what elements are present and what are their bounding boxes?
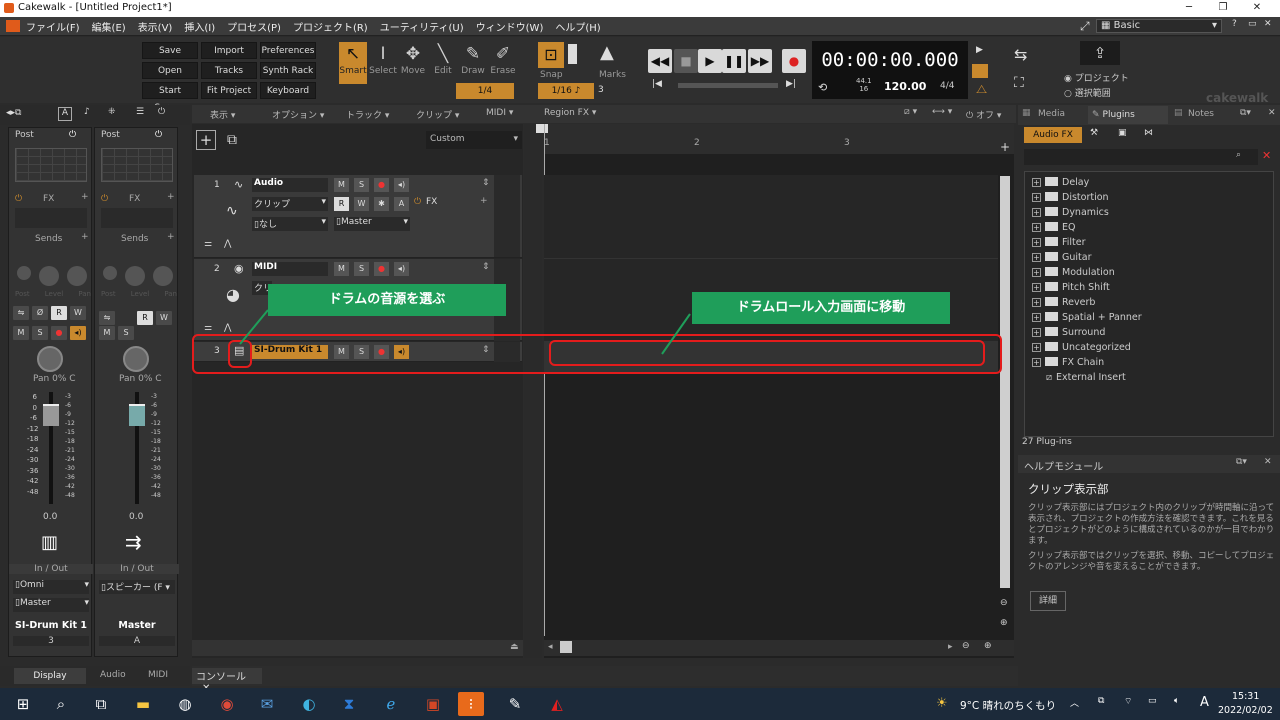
plugin-item-uncategorized[interactable]: + Uncategorized <box>1032 342 1131 353</box>
clock-time[interactable]: 15:31 <box>1232 691 1259 702</box>
acrobat-icon[interactable]: ◭ <box>544 692 570 716</box>
callout-drum-roll: ドラムロール入力画面に移動 <box>692 292 950 324</box>
windows-start-icon[interactable]: ⊞ <box>10 692 36 716</box>
ime-indicator[interactable]: A <box>1200 695 1209 710</box>
plugin-item-dynamics[interactable]: + Dynamics <box>1032 207 1109 218</box>
callout-select-drum: ドラムの音源を選ぶ <box>268 284 506 316</box>
folder-icon <box>1045 177 1058 186</box>
paint-icon[interactable]: ✎ <box>502 692 528 716</box>
help-module-header: ヘルプモジュール ⧉▾ ✕ <box>1018 455 1280 473</box>
callout-line-2 <box>661 313 691 355</box>
weather-text[interactable]: 9°C 晴れのちくもり <box>960 698 1056 713</box>
windows-taskbar: ⊞ ⌕ ⧉ ▬ ◍ ◉ ✉ ◐ ⧗ ℯ ▣ ⁝ ✎ ◭ ☀ 9°C 晴れのちくも… <box>0 688 1280 720</box>
search-icon[interactable]: ⌕ <box>48 692 74 716</box>
folder-icon <box>1045 327 1058 336</box>
audio-fx-button[interactable]: Audio FX <box>1024 127 1082 143</box>
plugin-item-distortion[interactable]: + Distortion <box>1032 192 1109 203</box>
folder-icon <box>1045 222 1058 231</box>
help-paragraph-2: クリップ表示部ではクリップを選択、移動、コピーしてプロジェクトのアレンジや音を変… <box>1028 551 1275 572</box>
help-menu-icon[interactable]: ⧉▾ <box>1236 457 1247 467</box>
browser-close-icon[interactable]: ✕ <box>1268 108 1276 118</box>
cakewalk-taskbar-icon[interactable]: ⁝ <box>458 692 484 716</box>
plugin-item-pitch-shift[interactable]: + Pitch Shift <box>1032 282 1110 293</box>
folder-icon <box>1045 297 1058 306</box>
media-tab-icon[interactable]: ▦ <box>1022 108 1031 118</box>
clock-date[interactable]: 2022/02/02 <box>1218 705 1273 716</box>
chrome-icon[interactable]: ◉ <box>214 692 240 716</box>
callout-line-1 <box>239 309 269 345</box>
instruments-icon[interactable]: ⚒ <box>1090 128 1098 138</box>
plugin-item-delay[interactable]: + Delay <box>1032 177 1089 188</box>
folder-icon <box>1045 237 1058 246</box>
plugin-search-input[interactable] <box>1024 149 1258 165</box>
tab-media[interactable]: Media <box>1038 109 1065 119</box>
plugin-item-spatial[interactable]: + Spatial + Panner <box>1032 312 1142 323</box>
help-close-icon[interactable]: ✕ <box>1264 457 1272 467</box>
powerpoint-icon[interactable]: ▣ <box>420 692 446 716</box>
search-icon[interactable]: ⌕ <box>1236 150 1241 160</box>
help-module-title: ヘルプモジュール <box>1024 462 1104 473</box>
notes-tab-icon[interactable]: ▤ <box>1174 108 1183 118</box>
browser-tabs: ▦ Media ✎ Plugins ▤ Notes ⧉▾ ✕ <box>1018 105 1280 125</box>
mail-icon[interactable]: ✉ <box>254 692 280 716</box>
folder-icon <box>1045 342 1058 351</box>
folder-icon <box>1045 357 1058 366</box>
ie-icon[interactable]: ℯ <box>378 692 404 716</box>
task-view-icon[interactable]: ⧉ <box>88 692 114 716</box>
weather-icon[interactable]: ☀ <box>936 696 948 711</box>
plugin-item-eq[interactable]: + EQ <box>1032 222 1075 233</box>
plugin-item-guitar[interactable]: + Guitar <box>1032 252 1091 263</box>
wifi-icon[interactable]: ⌔ <box>1124 696 1132 707</box>
volume-icon[interactable]: 🔈︎ <box>1174 696 1179 706</box>
synth-rack-icon[interactable]: ▣ <box>1118 128 1127 138</box>
folder-icon <box>1045 192 1058 201</box>
plugin-item-filter[interactable]: + Filter <box>1032 237 1086 248</box>
help-paragraph-1: クリップ表示部にはプロジェクト内のクリップが時間軸に沿って表示され、プロジェクト… <box>1028 503 1275 546</box>
plugin-item-fx-chain[interactable]: + FX Chain <box>1032 357 1104 368</box>
edge-icon[interactable]: ◐ <box>296 692 322 716</box>
plugin-item-surround[interactable]: + Surround <box>1032 327 1105 338</box>
clear-search-icon[interactable]: ✕ <box>1262 149 1271 162</box>
help-details-button[interactable]: 詳細 <box>1030 591 1066 611</box>
tab-console[interactable]: コンソール ✕ <box>192 668 262 694</box>
app-icon[interactable]: ◍ <box>172 692 198 716</box>
folder-icon <box>1045 267 1058 276</box>
vscode-icon[interactable]: ⧗ <box>336 692 362 716</box>
plugin-count: 27 Plug-ins <box>1022 437 1072 447</box>
plugins-tab-icon: ✎ <box>1092 110 1100 120</box>
file-explorer-icon[interactable]: ▬ <box>130 692 156 716</box>
layout-icon[interactable]: ⋈ <box>1144 128 1153 138</box>
console-bar: コンソール ✕ <box>192 666 1018 694</box>
folder-icon <box>1045 207 1058 216</box>
browser-menu-icon[interactable]: ⧉▾ <box>1240 108 1251 118</box>
tray-chevron-icon[interactable]: ︿ <box>1070 696 1079 709</box>
tray-device-icon[interactable]: ⧉ <box>1098 696 1104 706</box>
battery-icon[interactable]: ▭ <box>1148 696 1157 706</box>
folder-icon <box>1045 252 1058 261</box>
plugin-item-external-insert[interactable]: ⧄ External Insert <box>1032 372 1126 383</box>
tab-plugins[interactable]: ✎ Plugins <box>1088 106 1168 124</box>
tab-notes[interactable]: Notes <box>1188 109 1214 119</box>
help-title: クリップ表示部 <box>1028 482 1109 496</box>
plugin-item-modulation[interactable]: + Modulation <box>1032 267 1115 278</box>
external-insert-icon: ⧄ <box>1046 372 1053 383</box>
help-module: クリップ表示部 クリップ表示部にはプロジェクト内のクリップが時間軸に沿って表示さ… <box>1018 473 1280 658</box>
folder-icon <box>1045 282 1058 291</box>
plugin-item-reverb[interactable]: + Reverb <box>1032 297 1095 308</box>
folder-icon <box>1045 312 1058 321</box>
